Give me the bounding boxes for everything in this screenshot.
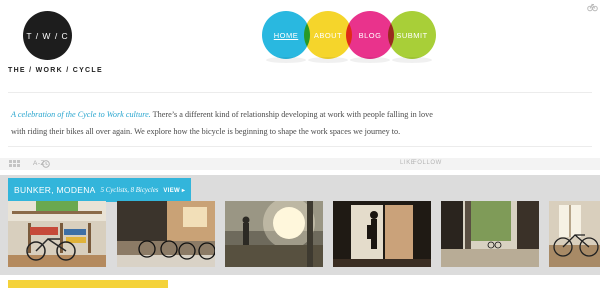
- nav-submit-label: SUBMIT: [396, 30, 428, 40]
- story-meta: 5 Cyclists, 8 Bicycles: [100, 186, 159, 194]
- photo-bikes-by-wall[interactable]: [117, 201, 215, 267]
- nav-blog-link[interactable]: BLOG: [346, 11, 394, 59]
- nav-home-label: HOME: [273, 30, 299, 40]
- next-story-header[interactable]: [8, 280, 168, 288]
- main-nav: HOME ABOUT BLOG SUBMIT: [262, 11, 442, 65]
- divider: [8, 146, 592, 147]
- nav-submit-link[interactable]: SUBMIT: [388, 11, 436, 59]
- story-title: BUNKER, MODENA: [14, 185, 96, 195]
- divider: [8, 92, 592, 93]
- intro-lead[interactable]: A celebration of the Cycle to Work cultu…: [11, 110, 151, 119]
- photo-courtyard-columns[interactable]: [441, 201, 539, 267]
- photo-bike-shelves[interactable]: [8, 201, 106, 267]
- filter-toolbar: A-Z LIKE FOLLOW: [0, 158, 600, 170]
- nav-about-label: ABOUT: [313, 30, 343, 40]
- photo-doorway-silhouette[interactable]: [333, 201, 431, 267]
- follow-link[interactable]: FOLLOW: [413, 160, 442, 166]
- nav-about-link[interactable]: ABOUT: [304, 11, 352, 59]
- site-tagline: THE / WORK / CYCLE: [8, 67, 103, 74]
- nav-home-link[interactable]: HOME: [262, 11, 310, 59]
- logo-text: T / W / C: [26, 30, 69, 41]
- photo-cyclist-sunlight[interactable]: [225, 201, 323, 267]
- story-header[interactable]: BUNKER, MODENA 5 Cyclists, 8 Bicycles VI…: [8, 178, 192, 202]
- intro-text: A celebration of the Cycle to Work cultu…: [11, 106, 441, 140]
- cycle-icon[interactable]: [587, 1, 598, 12]
- site-logo[interactable]: T / W / C: [23, 11, 72, 60]
- nav-blog-label: BLOG: [358, 30, 382, 40]
- view-story-button[interactable]: VIEW ▸: [163, 187, 185, 194]
- clock-icon[interactable]: [42, 160, 50, 168]
- grid-view-icon[interactable]: [9, 160, 23, 168]
- photo-window-bike[interactable]: [549, 201, 600, 267]
